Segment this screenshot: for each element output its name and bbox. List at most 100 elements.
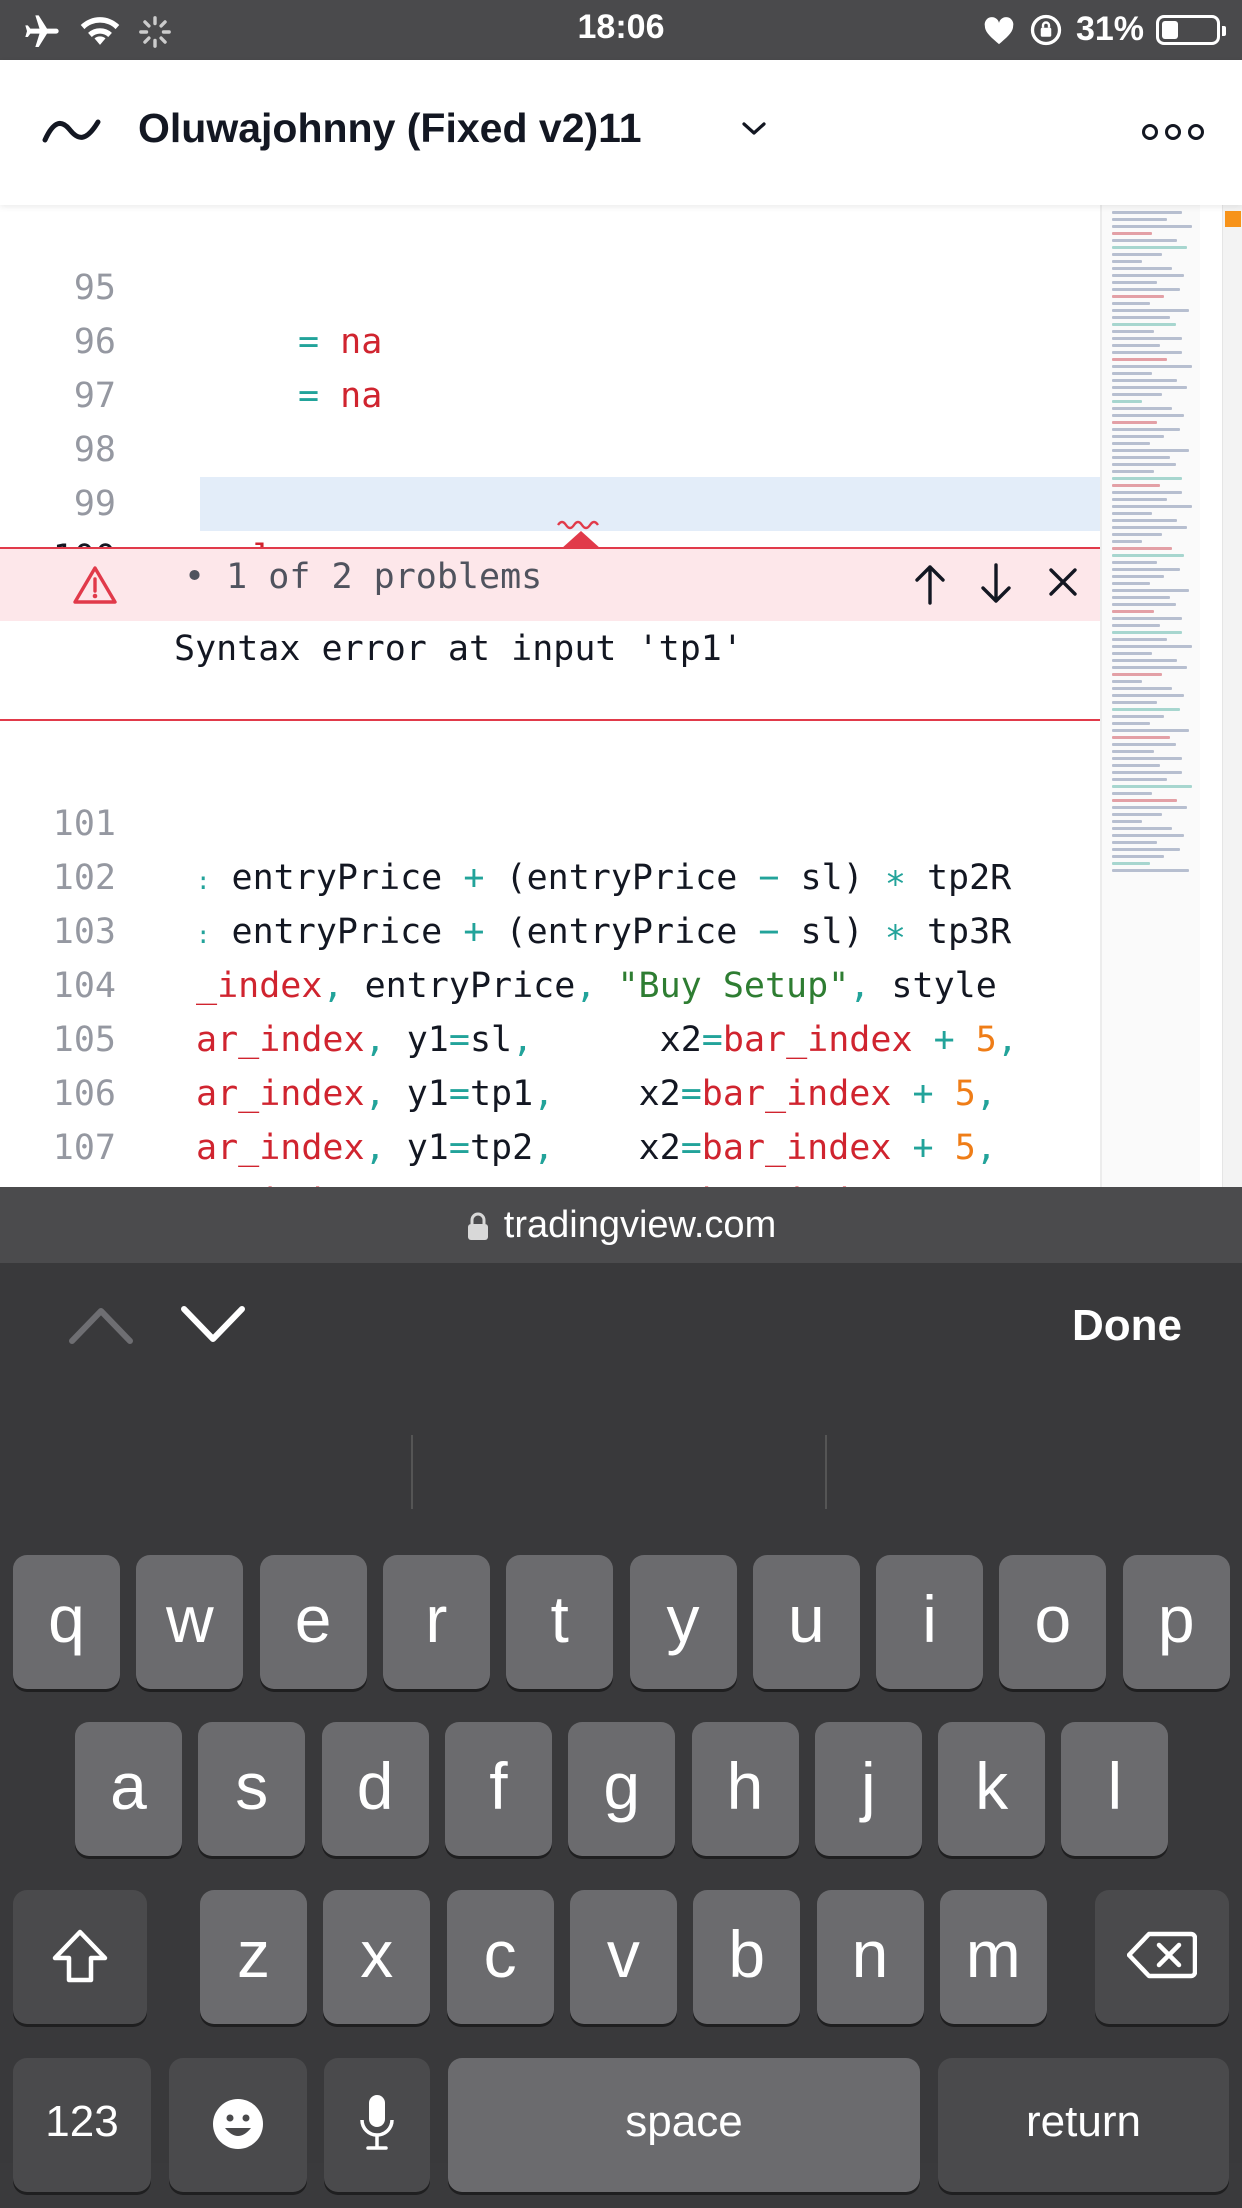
minimap-line [1112,218,1167,221]
key-i[interactable]: i [876,1555,984,1689]
key-y[interactable]: y [629,1555,737,1689]
code-line[interactable]: 96 = na [0,261,1100,416]
next-field-icon[interactable] [178,1303,248,1347]
key-s[interactable]: s [198,1722,306,1856]
minimap-line [1112,757,1182,760]
key-d[interactable]: d [321,1722,429,1856]
code-line[interactable]: 101 : entryPrice + (entryPrice − sl) ∗ t… [0,743,1100,898]
key-o[interactable]: o [999,1555,1107,1689]
key-m[interactable]: m [939,1890,1047,2024]
key-z[interactable]: z [200,1890,307,2024]
key-u[interactable]: u [752,1555,860,1689]
minimap-line [1112,393,1162,396]
key-p[interactable]: p [1122,1555,1230,1689]
arrow-down-icon[interactable] [978,561,1014,607]
key-g[interactable]: g [568,1722,676,1856]
minimap-line [1112,862,1150,865]
minimap-line [1112,428,1180,431]
minimap-line [1112,540,1142,543]
minimap-line [1112,519,1177,522]
minimap-line [1112,337,1182,340]
code-line[interactable]: 107 ar_index, y1=tp3, x2=bar_index + 5, [0,1067,1100,1187]
minimap-line [1112,344,1160,347]
key-q[interactable]: q [13,1555,120,1689]
minimap-line [1112,267,1172,270]
key-k[interactable]: k [938,1722,1046,1856]
code-line[interactable]: 104 ar_index, y1=sl, x2=bar_index + 5, [0,905,1100,1060]
problem-widget-header: • 1 of 2 problems [0,547,1100,621]
problem-message: Syntax error at input 'tp1' [174,629,743,669]
delete-key[interactable] [1095,1890,1229,2024]
minimap-line [1112,582,1150,585]
code-line[interactable]: 97 [0,315,1100,416]
key-l[interactable]: l [1061,1722,1169,1856]
code-line[interactable]: 106 ar_index, y1=tp2, x2=bar_index + 5, [0,1013,1100,1168]
minimap-line [1112,239,1177,242]
minimap-line [1112,470,1154,473]
minimap-line [1112,701,1157,704]
minimap-line [1112,253,1162,256]
code-line[interactable]: 98 [0,369,1100,470]
minimap-line [1112,729,1189,732]
battery-icon [1156,14,1226,45]
code-line[interactable]: 95 = na [0,207,1100,362]
code-line[interactable]: 105 ar_index, y1=tp1, x2=bar_index + 5, [0,959,1100,1114]
close-icon[interactable] [1046,565,1080,599]
code-line[interactable]: 102 : entryPrice + (entryPrice − sl) ∗ t… [0,797,1100,952]
code-editor[interactable]: 95 = na 96 = na 97 98 99 : close 100 : l… [0,205,1242,1187]
numbers-key[interactable]: 123 [13,2058,151,2192]
key-n[interactable]: n [816,1890,924,2024]
key-j[interactable]: j [814,1722,922,1856]
key-v[interactable]: v [569,1890,677,2024]
key-c[interactable]: c [446,1890,554,2024]
suggestion-divider [825,1435,827,1509]
space-key[interactable]: space [448,2058,920,2192]
key-a[interactable]: a [75,1722,182,1856]
return-key[interactable]: return [938,2058,1229,2192]
pine-script-icon[interactable] [42,110,102,150]
orientation-lock-icon [1030,14,1062,45]
minimap-line [1112,603,1176,606]
error-squiggle [557,520,599,530]
previous-field-icon[interactable] [66,1303,136,1347]
key-h[interactable]: h [691,1722,799,1856]
code-line-active[interactable]: 100 : low − slOffset tp1 := entryPri [0,477,1100,632]
script-title[interactable]: Oluwajohnny (Fixed v2)11 [138,105,642,152]
minimap-line [1112,624,1160,627]
overview-ruler[interactable] [1222,205,1242,1187]
done-button[interactable]: Done [1072,1301,1182,1351]
key-r[interactable]: r [382,1555,490,1689]
code-minimap[interactable] [1100,205,1200,1187]
minimap-line [1112,799,1177,802]
key-t[interactable]: t [506,1555,614,1689]
status-bar: 18:06 31% [0,0,1242,60]
key-e[interactable]: e [259,1555,367,1689]
key-b[interactable]: b [693,1890,801,2024]
minimap-line [1112,491,1182,494]
minimap-line [1112,631,1182,634]
key-f[interactable]: f [444,1722,552,1856]
minimap-line [1112,302,1150,305]
line-number: 108 [0,1175,116,1187]
more-options-icon[interactable] [1142,124,1204,140]
minimap-line [1112,316,1170,319]
minimap-line [1112,351,1182,354]
arrow-up-icon[interactable] [912,561,948,607]
minimap-line [1112,526,1187,529]
minimap-line [1112,421,1157,424]
chevron-down-icon[interactable] [740,118,768,138]
minimap-line [1112,792,1152,795]
minimap-line [1112,841,1157,844]
key-x[interactable]: x [323,1890,431,2024]
emoji-key[interactable] [169,2058,307,2192]
code-line[interactable]: 99 : close [0,423,1100,578]
code-line[interactable]: 103 _index, entryPrice, "Buy Setup", sty… [0,851,1100,1006]
shift-key[interactable] [13,1890,147,2024]
minimap-line [1112,820,1142,823]
code-line[interactable]: 108 [0,1121,1100,1187]
key-w[interactable]: w [136,1555,244,1689]
dictation-key[interactable] [324,2058,430,2192]
minimap-line [1112,743,1176,746]
browser-address-bar[interactable]: tradingview.com [0,1187,1242,1263]
minimap-line [1112,554,1184,557]
